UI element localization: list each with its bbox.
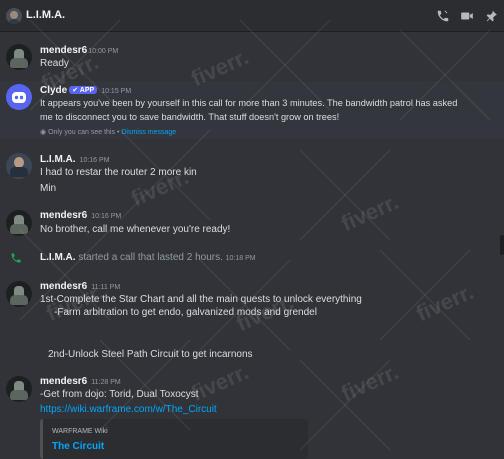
- pin-icon[interactable]: [482, 6, 500, 26]
- author-name[interactable]: Clyde ✔ APP 10:15 PM: [40, 85, 131, 96]
- message-text: Min: [40, 183, 57, 194]
- call-summary: L.I.M.A. started a call that lasted 2 ho…: [40, 252, 256, 263]
- avatar[interactable]: [6, 210, 32, 236]
- message-text: 1st-Complete the Star Chart and all the …: [40, 294, 362, 305]
- timestamp: 11:11 PM: [91, 284, 121, 291]
- message-text: 2nd-Unlock Steel Path Circuit to get inc…: [48, 349, 253, 360]
- eye-icon: ◉: [40, 129, 47, 136]
- author-label[interactable]: L.I.M.A.: [40, 252, 76, 263]
- author-label[interactable]: mendesr6: [40, 45, 87, 56]
- watermark: fiverr.: [412, 278, 478, 327]
- message-text: No brother, call me whenever you're read…: [40, 224, 231, 235]
- clyde-avatar[interactable]: [6, 84, 32, 110]
- link-embed: WARFRAME Wiki The Circuit: [40, 419, 308, 459]
- chat-window: L.I.M.A. mendesr610:00 PM Ready Clyde ✔ …: [0, 0, 504, 459]
- message-text: It appears you've been by yourself in th…: [40, 98, 458, 108]
- call-phone-icon: [10, 251, 24, 265]
- message-text: -Farm arbitration to get endo, galvanize…: [54, 307, 317, 318]
- author-name[interactable]: mendesr6 11:28 PM: [40, 376, 121, 387]
- dismiss-message-link[interactable]: Dismiss message: [121, 129, 176, 136]
- timestamp: 11:28 PM: [91, 379, 121, 386]
- author-name[interactable]: L.I.M.A. 10:16 PM: [40, 154, 110, 165]
- timestamp: 10:00 PM: [88, 48, 119, 55]
- timestamp: 10:16 PM: [79, 157, 110, 164]
- author-name[interactable]: mendesr6 10:16 PM: [40, 210, 121, 221]
- clyde-bot-icon: [12, 92, 26, 103]
- author-label[interactable]: mendesr6: [40, 376, 87, 387]
- author-name[interactable]: mendesr6 11:11 PM: [40, 281, 120, 292]
- call-summary-text: started a call that lasted 2 hours.: [78, 252, 223, 263]
- message-text: Ready: [40, 58, 69, 69]
- watermark: fiverr.: [337, 188, 403, 237]
- author-label[interactable]: L.I.M.A.: [40, 154, 76, 165]
- app-badge: ✔ APP: [69, 86, 98, 94]
- embed-provider[interactable]: WARFRAME Wiki: [52, 428, 108, 435]
- avatar[interactable]: [6, 153, 32, 179]
- watermark: fiverr.: [337, 358, 403, 407]
- author-name[interactable]: mendesr610:00 PM: [40, 45, 118, 56]
- channel-title: L.I.M.A.: [26, 9, 66, 21]
- message-text: -Get from dojo: Torid, Dual Toxocyst: [40, 389, 199, 400]
- message-text: me to disconnect you to save bandwidth. …: [40, 112, 340, 122]
- channel-header: L.I.M.A.: [0, 0, 504, 32]
- avatar[interactable]: [6, 44, 32, 70]
- timestamp: 10:15 PM: [101, 88, 132, 95]
- ephemeral-label: Only you can see this: [48, 129, 115, 136]
- message-link[interactable]: https://wiki.warframe.com/w/The_Circuit: [40, 404, 217, 415]
- avatar[interactable]: [6, 376, 32, 402]
- avatar[interactable]: [6, 281, 32, 307]
- video-call-icon[interactable]: [458, 6, 476, 26]
- embed-title[interactable]: The Circuit: [52, 441, 104, 452]
- dm-avatar[interactable]: [6, 8, 22, 24]
- ephemeral-note: ◉ Only you can see this • Dismiss messag…: [40, 129, 177, 136]
- author-label[interactable]: Clyde: [40, 85, 67, 96]
- author-label[interactable]: mendesr6: [40, 281, 87, 292]
- phone-call-icon[interactable]: [434, 6, 452, 26]
- message-text: I had to restar the router 2 more kin: [40, 167, 197, 178]
- timestamp: 10:18 PM: [225, 255, 256, 262]
- author-label[interactable]: mendesr6: [40, 210, 87, 221]
- scrollbar-thumb[interactable]: [500, 235, 504, 255]
- timestamp: 10:16 PM: [91, 213, 122, 220]
